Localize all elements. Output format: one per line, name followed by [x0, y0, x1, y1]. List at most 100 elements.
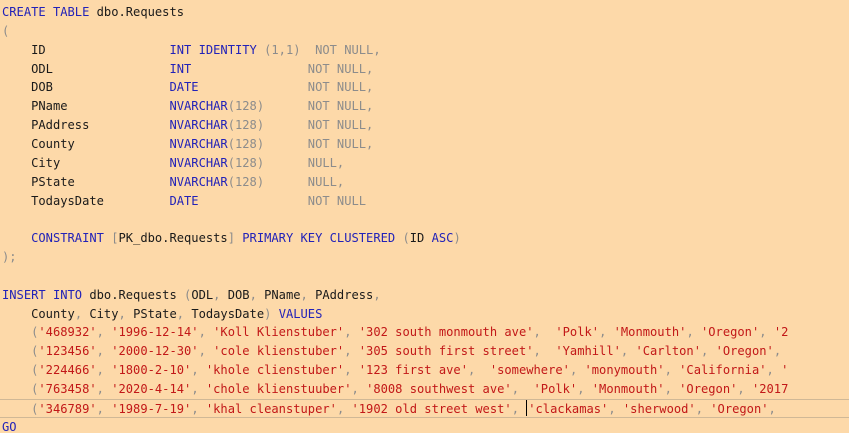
code-token: NOT NULL [198, 194, 367, 208]
code-token: '2000-12-30' [111, 344, 199, 358]
code-token: DATE [169, 80, 199, 94]
code-token: '1989-7-19' [111, 402, 192, 416]
code-token: DOB [2, 80, 170, 94]
code-line: PAddress NVARCHAR(128) NOT NULL, [2, 116, 373, 135]
code-token: '2020-4-14' [111, 382, 192, 396]
code-line: INSERT INTO dbo.Requests (ODL, DOB, PNam… [2, 286, 381, 305]
code-token: , [198, 325, 214, 339]
code-line: ); [2, 248, 17, 267]
code-token: , [96, 363, 112, 377]
code-token: , [176, 307, 192, 321]
code-token: '123 first ave' [358, 363, 468, 377]
code-token: , [351, 382, 367, 396]
code-token: 'Polk' [555, 325, 600, 339]
code-line: GO [2, 418, 17, 433]
code-token: , [344, 344, 359, 358]
code-line: ODL INT NOT NULL, [2, 60, 373, 79]
code-token: (128) [227, 156, 265, 170]
code-token: dbo.Requests [96, 5, 185, 19]
code-token: PState [2, 175, 170, 189]
code-token: , [664, 363, 680, 377]
code-token: , [300, 288, 316, 302]
code-token: , [249, 288, 265, 302]
code-token: (128) [227, 99, 265, 113]
code-token: 'Oregon' [701, 325, 760, 339]
code-token: INSERT INTO [2, 288, 90, 302]
code-token: INT IDENTITY [169, 43, 265, 57]
code-token: (128) [227, 137, 265, 151]
code-token: , [608, 402, 623, 416]
code-token: 'monymouth' [584, 363, 665, 377]
code-line: ('468932', '1996-12-14', 'Koll Klienstub… [2, 323, 788, 342]
code-token: 'clackamas' [528, 402, 609, 416]
code-token: 'Polk' [533, 382, 578, 396]
code-token: , [118, 307, 134, 321]
code-token: County [2, 137, 170, 151]
code-token: 'chole klienstuuber' [205, 382, 352, 396]
code-token: '2017 [751, 382, 789, 396]
code-token: , [577, 382, 592, 396]
code-line: ('224466', '1800-2-10', 'khole clienstub… [2, 361, 788, 380]
code-token: 'somewhere' [489, 363, 570, 377]
code-line: CREATE TABLE dbo.Requests [2, 3, 184, 22]
code-token: INT [169, 62, 192, 76]
code-token: PRIMARY KEY CLUSTERED [242, 231, 403, 245]
code-token: 'cole klienstuber' [213, 344, 345, 358]
code-token: , [511, 402, 527, 416]
code-token: ' [781, 363, 789, 377]
code-token: , [686, 325, 701, 339]
code-token: , [191, 402, 206, 416]
code-token: NVARCHAR [169, 118, 228, 132]
code-line: PName NVARCHAR(128) NOT NULL, [2, 97, 373, 116]
code-token: County [2, 307, 75, 321]
code-token: , [373, 288, 381, 302]
code-token: ( [402, 231, 410, 245]
code-token: NOT NULL, [191, 62, 374, 76]
code-token: , [344, 363, 359, 377]
code-token: DOB [227, 288, 250, 302]
code-token: '763458' [38, 382, 97, 396]
code-token: dbo.Requests [89, 288, 185, 302]
code-token: PAddress [2, 118, 170, 132]
code-token: CONSTRAINT [31, 231, 112, 245]
code-token: '123456' [38, 344, 97, 358]
code-token: '305 south first street' [358, 344, 534, 358]
code-token: 'khole clienstuber' [205, 363, 345, 377]
code-token: 'Monmouth' [613, 325, 687, 339]
code-line: ('763458', '2020-4-14', 'chole klienstuu… [2, 380, 788, 399]
code-token: ); [2, 250, 17, 264]
code-token: ( [2, 325, 39, 339]
code-token: , [773, 344, 789, 358]
code-token: , [96, 382, 112, 396]
code-token: ( [2, 402, 39, 416]
code-line: County NVARCHAR(128) NOT NULL, [2, 135, 373, 154]
code-token: ID [2, 43, 170, 57]
code-token: ODL [191, 288, 214, 302]
code-token: NOT NULL, [264, 99, 374, 113]
code-line: ID INT IDENTITY (1,1) NOT NULL, [2, 41, 381, 60]
code-token: , [198, 344, 214, 358]
code-token: 'Oregon' [710, 402, 769, 416]
code-token: 'Oregon' [715, 344, 774, 358]
code-token: , [599, 325, 614, 339]
code-token: (128) [227, 175, 265, 189]
code-token: , [344, 325, 359, 339]
code-token: TodaysDate [2, 194, 170, 208]
code-line: ( [2, 22, 9, 41]
code-token: , [701, 344, 716, 358]
code-token: 'Koll Klienstuber' [213, 325, 345, 339]
sql-code-editor[interactable]: CREATE TABLE dbo.Requests ( ID INT IDENTI… [0, 0, 849, 433]
code-token: NVARCHAR [169, 137, 228, 151]
code-token: , [533, 325, 556, 339]
code-token: , [96, 344, 112, 358]
code-line: City NVARCHAR(128) NULL, [2, 154, 344, 173]
code-token: 'California' [679, 363, 767, 377]
code-token: , [664, 382, 680, 396]
code-token: NVARCHAR [169, 99, 228, 113]
code-token: '1800-2-10' [111, 363, 192, 377]
code-token: PName [2, 99, 170, 113]
code-line: CONSTRAINT [PK_dbo.Requests] PRIMARY KEY… [2, 229, 461, 248]
code-token: PState [133, 307, 177, 321]
code-token: 'Yamhill' [555, 344, 621, 358]
